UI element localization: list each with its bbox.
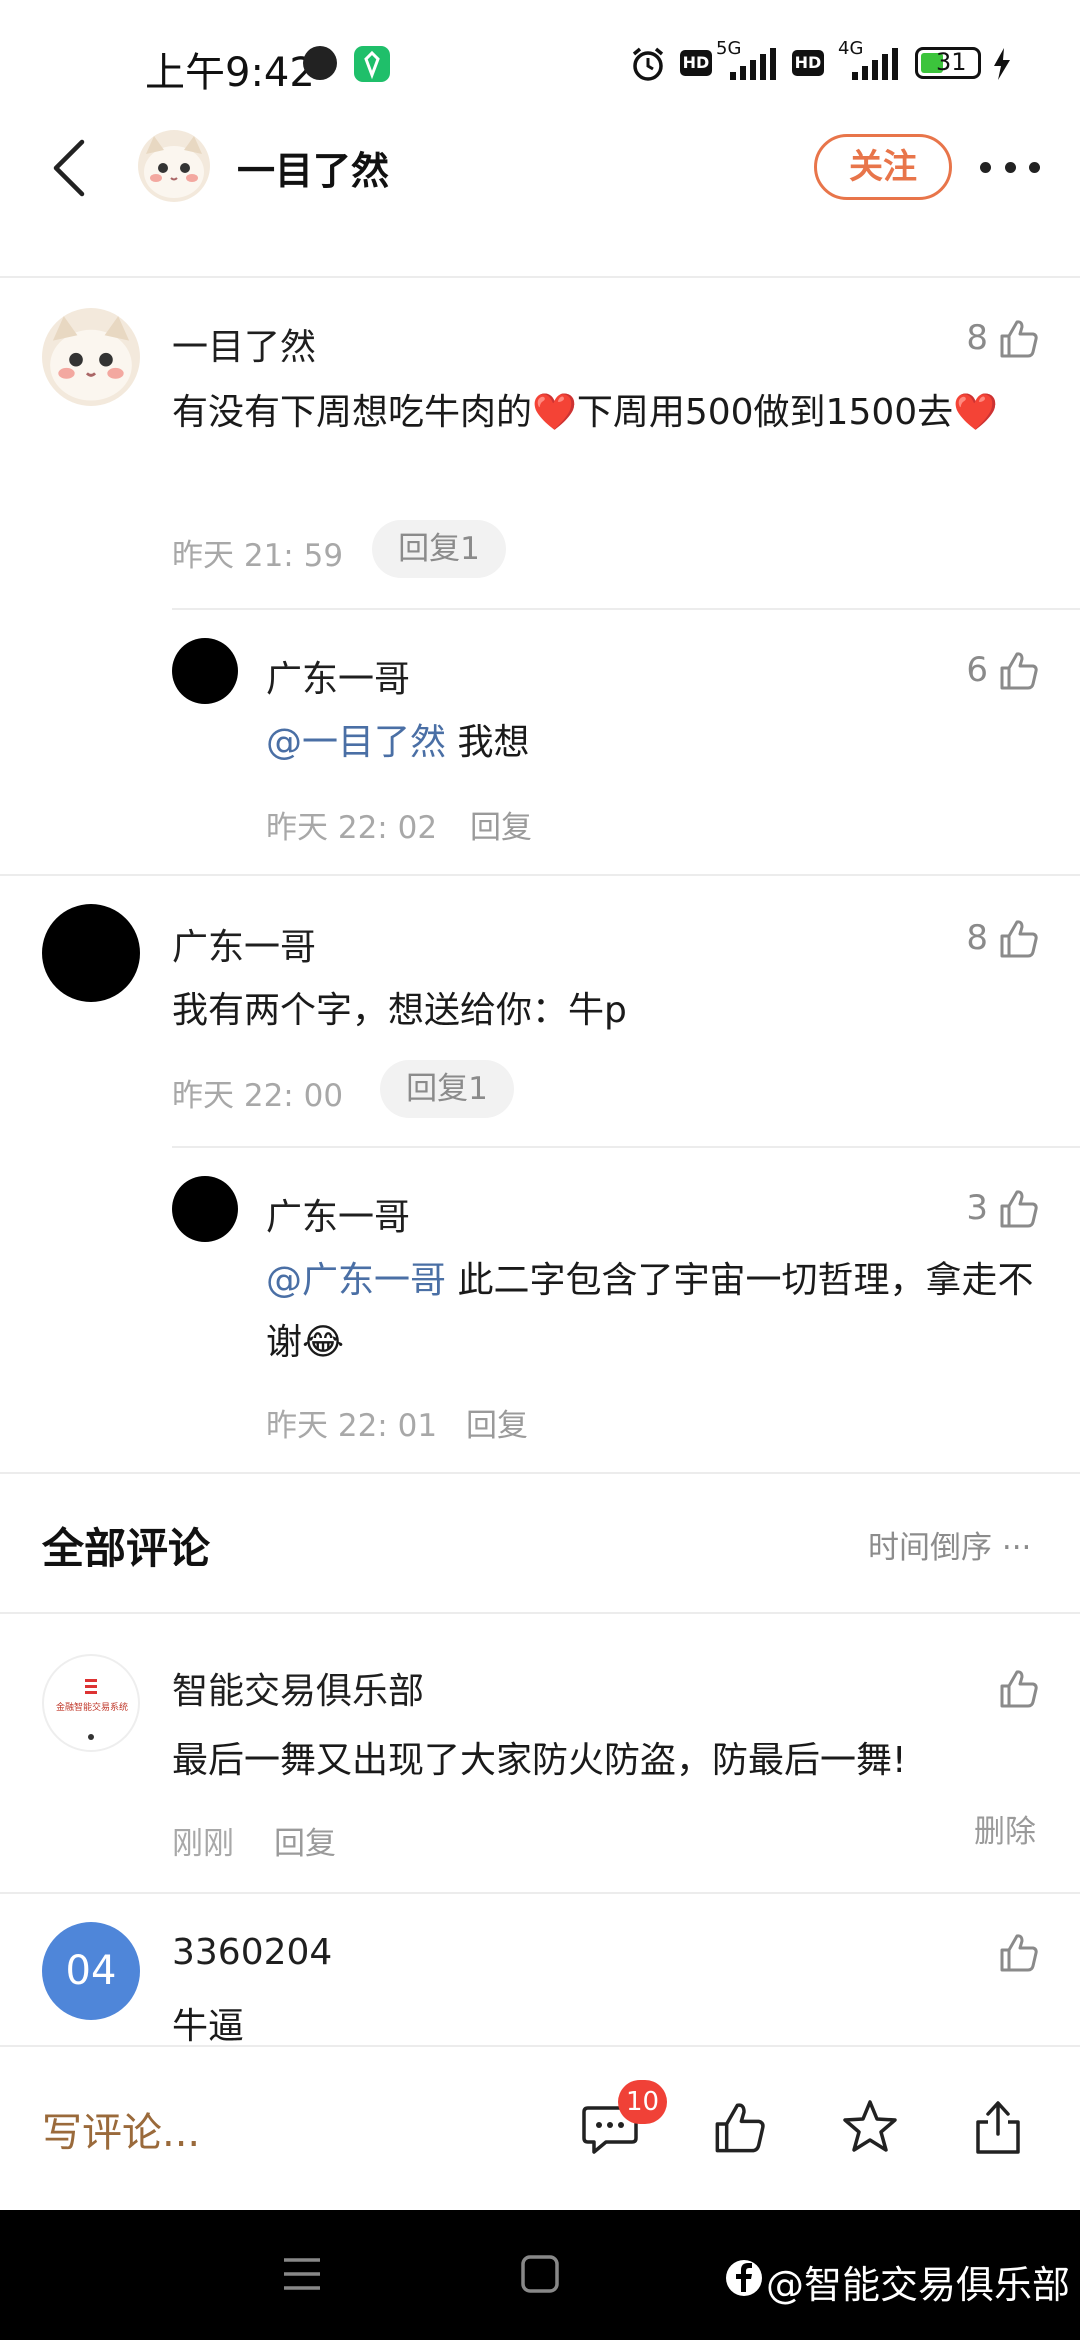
comment-count-badge: 10 [618,2080,668,2124]
watermark-text: @智能交易俱乐部 [766,2263,1071,2307]
reply-time: 昨天 22: 01 [266,1408,438,1444]
reply-divider [172,1146,1080,1148]
avatar[interactable]: 金融智能交易系统 [42,1654,140,1752]
comment-author[interactable]: 3360204 [172,1932,332,1973]
header-avatar[interactable] [138,130,210,202]
menu-icon[interactable] [282,2256,322,2292]
status-notification-icon [303,46,337,80]
sort-toggle[interactable]: 时间倒序 ··· [868,1522,1031,1567]
thumbs-up-icon[interactable] [998,1188,1040,1230]
all-comments-title: 全部评论 [42,1524,211,1573]
like-count: 8 [966,918,988,958]
reply-divider [172,608,1080,610]
comment-divider [0,1892,1080,1894]
reply-time: 昨天 22: 02 [266,810,438,846]
section-divider [0,1612,1080,1614]
share-icon[interactable] [972,2098,1024,2156]
write-comment-input[interactable]: 写评论... [42,2100,200,2158]
thumbs-up-icon[interactable] [998,650,1040,692]
thumbs-up-icon[interactable] [998,918,1040,960]
reply-button[interactable]: 回复1 [372,520,506,578]
like-icon[interactable] [712,2100,768,2156]
reply-button[interactable]: 回复1 [380,1060,514,1118]
like-count: 8 [966,318,988,358]
avatar-text: 金融智能交易系统 [55,1703,128,1713]
reply-button[interactable]: 回复 [470,802,532,847]
reply-button[interactable]: 回复 [466,1400,528,1445]
avatar[interactable] [42,904,140,1002]
mention-link[interactable]: @一目了然 [266,722,446,763]
reply-button[interactable]: 回复 [274,1818,336,1863]
header-divider [0,276,1080,278]
battery-level: 31 [936,48,967,76]
comment-text: 我有两个字，想送给你：牛p [172,990,627,1031]
like-count: 6 [966,650,988,690]
delete-button[interactable]: 删除 [974,1806,1036,1851]
comment-author[interactable]: 一目了然 [172,318,316,370]
hd-icon-2: HD [792,50,824,76]
header-user-name: 一目了然 [237,149,390,193]
back-icon[interactable] [48,138,92,198]
thumbs-up-icon[interactable] [998,1668,1040,1710]
avatar[interactable] [42,308,140,406]
home-icon[interactable] [520,2254,560,2294]
reply-text: @一目了然 我想 [266,712,1046,774]
status-time: 上午9:42 [145,50,315,96]
battery-icon: 31 [915,47,981,79]
alarm-icon [632,47,664,81]
logo-icon [85,1679,97,1694]
comment-text: 有没有下周想吃牛肉的❤️下周用500做到1500去❤️ [172,392,998,433]
reply-text: @广东一哥 此二字包含了宇宙一切哲理，拿走不谢😂 [266,1250,1046,1374]
avatar[interactable]: 04 [42,1922,140,2020]
comment-text: 最后一舞又出现了大家防火防盗，防最后一舞! [172,1740,907,1781]
more-options-icon[interactable] [980,150,1040,184]
comment-author[interactable]: 智能交易俱乐部 [172,1662,424,1714]
comment-divider [0,874,1080,876]
like-count: 3 [966,1188,988,1228]
follow-button[interactable]: 关注 [814,134,952,200]
reply-author[interactable]: 广东一哥 [266,1188,410,1240]
avatar[interactable] [172,1176,238,1242]
charging-icon [994,48,1010,80]
comment-time: 刚刚 [172,1826,234,1862]
hd-icon: HD [680,50,712,76]
comment-time: 昨天 22: 00 [172,1078,344,1114]
comment-author[interactable]: 广东一哥 [172,918,316,970]
section-divider [0,1472,1080,1474]
thumbs-up-icon[interactable] [998,1932,1040,1974]
reply-author[interactable]: 广东一哥 [266,650,410,702]
mention-link[interactable]: @广东一哥 [266,1260,446,1301]
signal-icon [730,48,776,80]
comment-time: 昨天 21: 59 [172,538,344,574]
avatar[interactable] [172,638,238,704]
app-notification-icon [354,46,390,82]
watermark-logo-icon [726,2260,762,2296]
signal-icon-2 [852,48,898,80]
star-icon[interactable] [840,2098,900,2156]
thumbs-up-icon[interactable] [998,318,1040,360]
reply-body: 我想 [446,722,530,763]
